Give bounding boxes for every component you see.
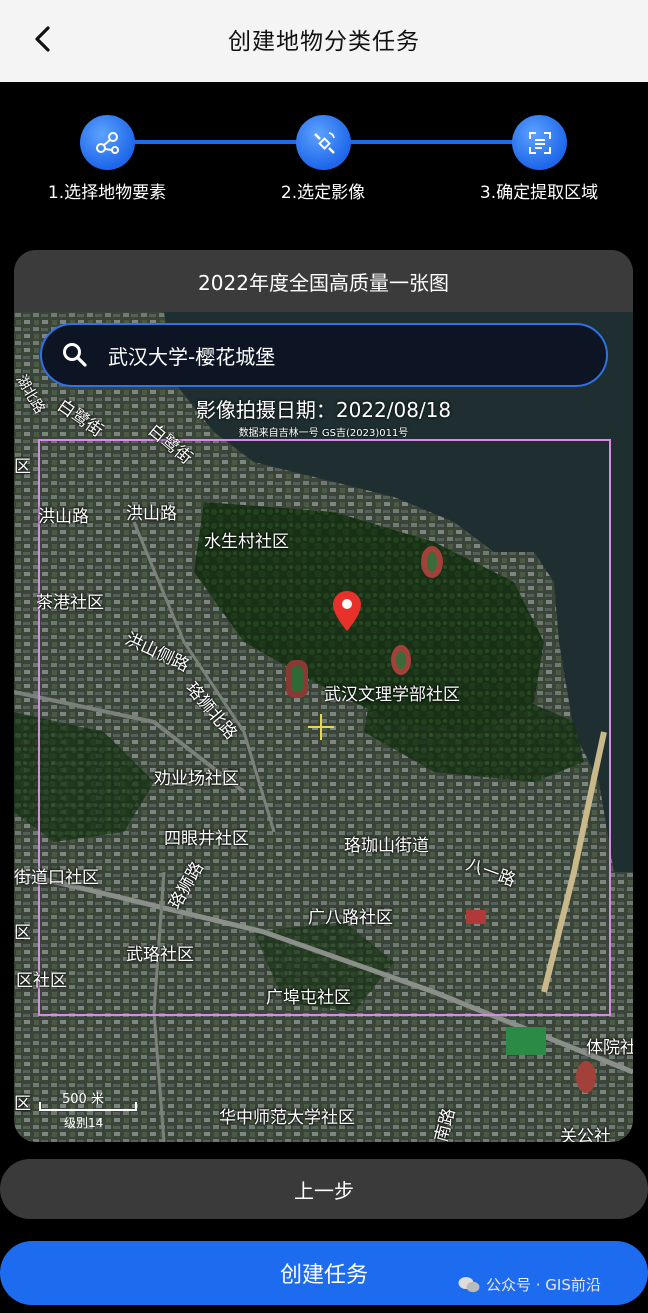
map-label: 洪山路 xyxy=(126,504,177,524)
map-label: 关公社 xyxy=(560,1127,611,1142)
step-1-label: 1.选择地物要素 xyxy=(47,183,167,203)
map-label: 珞珈山街道 xyxy=(344,836,429,856)
scan-area-icon xyxy=(528,131,551,154)
map-label: 体院社 xyxy=(586,1038,633,1058)
map-label: 水生村社区 xyxy=(204,532,289,552)
map-label: 洪山路 xyxy=(38,507,89,527)
map-label: 劝业场社区 xyxy=(154,769,239,789)
watermark-text: 公众号 · GIS前沿 xyxy=(486,1276,601,1294)
map-label: 广八路社区 xyxy=(308,908,393,928)
map-label: 武珞社区 xyxy=(126,945,194,965)
map-label: 四眼井社区 xyxy=(164,829,249,849)
step-connector xyxy=(324,140,540,144)
search-input[interactable]: 武汉大学-樱花城堡 xyxy=(40,323,608,387)
step-3-button[interactable] xyxy=(512,115,567,170)
search-value: 武汉大学-樱花城堡 xyxy=(108,344,276,369)
map-label: 区 xyxy=(14,1094,31,1114)
molecule-icon xyxy=(95,131,119,154)
header-bar: 创建地物分类任务 xyxy=(0,0,648,82)
data-source: 数据来自吉林一号 GS吉(2023)011号 xyxy=(238,428,409,439)
step-2-button[interactable] xyxy=(296,115,351,170)
map-label: 街道口社区 xyxy=(14,868,99,888)
map-card: 2022年度全国高质量一张图 武汉大学-樱花城堡 影像拍摄日期：2022/08/… xyxy=(14,250,633,1142)
create-task-button[interactable]: 创建任务 xyxy=(0,1241,648,1305)
search-icon xyxy=(63,343,87,367)
map-label: 华中师范大学社区 xyxy=(219,1108,355,1128)
location-pin-icon[interactable] xyxy=(332,590,362,632)
step-connector xyxy=(108,140,324,144)
step-3-label: 3.确定提取区域 xyxy=(479,183,599,203)
scale-distance: 500 米 xyxy=(62,1092,104,1107)
previous-step-button[interactable]: 上一步 xyxy=(0,1159,648,1219)
map-label: 区社区 xyxy=(16,971,67,991)
step-2-label: 2.选定影像 xyxy=(280,183,366,203)
wechat-icon xyxy=(458,1276,480,1292)
map-label: 广埠屯社区 xyxy=(266,988,351,1008)
page-title: 创建地物分类任务 xyxy=(228,29,420,55)
watermark: 公众号 · GIS前沿 xyxy=(458,1274,601,1295)
zoom-level: 级别14 xyxy=(64,1116,104,1130)
imagery-title: 2022年度全国高质量一张图 xyxy=(14,250,633,312)
map-label: 区 xyxy=(14,923,31,943)
step-progress: 1.选择地物要素 2.选定影像 3.确定提取区域 xyxy=(0,82,648,232)
scale-bar: 500 米 级别14 xyxy=(38,1088,138,1134)
satellite-map[interactable]: 武汉大学-樱花城堡 影像拍摄日期：2022/08/18 数据来自吉林一号 GS吉… xyxy=(14,312,633,1142)
crosshair-icon xyxy=(308,714,334,740)
satellite-icon xyxy=(313,131,335,154)
map-label: 区 xyxy=(14,457,31,477)
map-label: 武汉文理学部社区 xyxy=(324,685,460,705)
map-label: 茶港社区 xyxy=(36,593,104,613)
step-1-button[interactable] xyxy=(80,115,135,170)
